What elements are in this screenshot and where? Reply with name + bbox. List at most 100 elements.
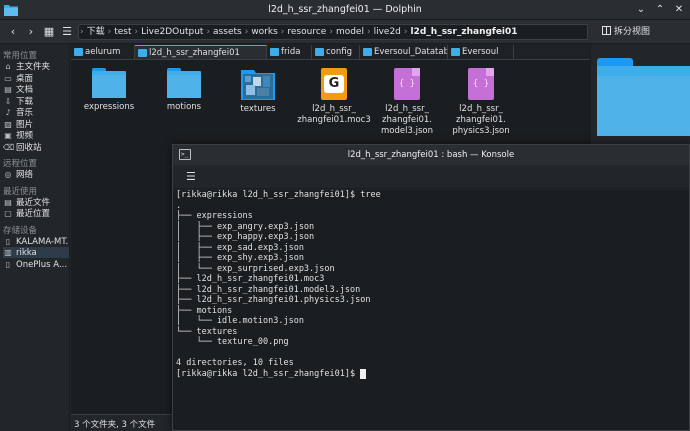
image-folder-icon	[241, 68, 275, 100]
terminal-line: │ └── idle.motion3.json	[176, 316, 304, 326]
desktop-icon: ▭	[4, 73, 12, 83]
minimize-icon[interactable]: ⌄	[634, 3, 648, 17]
tab-eversoul-datatable[interactable]: Eversoul_Datatable	[360, 45, 448, 59]
terminal-line: 4 directories, 10 files	[176, 358, 294, 368]
terminal-line: │ ├── exp_sad.exp3.json	[176, 242, 304, 253]
documents-icon: ▤	[4, 85, 12, 94]
terminal-line: │ ├── exp_angry.exp3.json	[176, 221, 315, 232]
file-name: textures	[240, 104, 276, 114]
breadcrumb-item[interactable]: resource	[285, 25, 328, 39]
terminal-prompt: [rikka@rikka l2d_h_ssr_zhangfei01]$	[176, 368, 361, 379]
sidebar-item-label: 音乐	[16, 108, 34, 118]
drive-icon: ▥	[4, 248, 12, 257]
sidebar-item[interactable]: ◎ 网络	[3, 169, 69, 180]
dolphin-toolbar: ‹ › ▦ ☰ › 下载 › test › Live2DOutput › assets › wor…	[0, 20, 690, 44]
terminal-output[interactable]: [rikka@rikka l2d_h_ssr_zhangfei01]$ tree…	[173, 190, 689, 430]
details-view-icon[interactable]: ☰	[58, 23, 76, 41]
forward-icon[interactable]: ›	[22, 23, 40, 41]
grid-view-icon[interactable]: ▦	[40, 23, 58, 41]
back-icon[interactable]: ‹	[4, 23, 22, 41]
tab-label: Eversoul	[462, 47, 499, 57]
file-item[interactable]: textures	[218, 68, 298, 115]
tab-label: l2d_h_ssr_zhangfei01	[149, 48, 240, 58]
tab-config[interactable]: config	[312, 45, 360, 59]
breadcrumb-item[interactable]: live2d	[372, 25, 403, 39]
videos-icon: ▣	[4, 131, 12, 140]
file-item[interactable]: Gl2d_h_ssr_ zhangfei01.moc3	[294, 68, 374, 126]
sidebar-item[interactable]: ▯ OnePlus A...	[3, 259, 69, 270]
sidebar-section-header: 最近使用	[3, 186, 38, 197]
dolphin-titlebar[interactable]: l2d_h_ssr_zhangfei01 — Dolphin ⌄ ⌃ ✕	[0, 0, 690, 20]
terminal-line: │ ├── exp_happy.exp3.json	[176, 232, 315, 242]
home-icon: ⌂	[5, 62, 11, 71]
trash-icon: ⌫	[3, 142, 15, 152]
sidebar-item[interactable]: ♪ 音乐	[3, 107, 69, 118]
breadcrumb-item[interactable]: model	[334, 25, 366, 39]
folder-icon	[167, 68, 201, 98]
terminal-line: ├── l2d_h_ssr_zhangfei01.moc3	[176, 274, 325, 284]
file-item[interactable]: expressions	[69, 68, 149, 113]
breadcrumb-item[interactable]: assets	[211, 25, 244, 39]
terminal-line: ├── l2d_h_ssr_zhangfei01.physics3.json	[176, 295, 371, 305]
konsole-title: l2d_h_ssr_zhangfei01 : bash — Konsole	[347, 150, 515, 160]
terminal-prompt-line[interactable]: [rikka@rikka l2d_h_ssr_zhangfei01]$	[176, 368, 686, 380]
sidebar-item[interactable]: ▢ 最近位置	[3, 208, 69, 219]
hamburger-menu-icon[interactable]: ☰	[186, 171, 198, 183]
phone-icon: ▯	[5, 259, 11, 269]
file-item[interactable]: motions	[144, 68, 224, 113]
sidebar-item-label: KALAMA-MT...	[16, 236, 69, 247]
terminal-line: └── texture_00.png	[176, 337, 289, 347]
terminal-line: ├── motions	[176, 305, 233, 316]
sidebar-item-label: 桌面	[16, 73, 34, 84]
split-view-button[interactable]: 拆分视图	[598, 23, 654, 41]
terminal-line: └── textures	[176, 326, 238, 337]
network-icon: ◎	[4, 170, 12, 179]
sidebar-item[interactable]: ▨ 图片	[3, 119, 69, 130]
sidebar-section-header: 常用位置	[3, 51, 38, 61]
places-sidebar: 常用位置 ⌂ 主文件夹 ▭ 桌面 ▤ 文档 ⇩ 下载 ♪ 音乐 ▨ 图片 ▣ 视频 ⌫ 回收站远程位置 ◎ 网络最近…	[0, 45, 70, 431]
sidebar-item-label: 下载	[16, 96, 34, 107]
file-name: l2d_h_ssr_ zhangfei01.moc3	[297, 104, 371, 125]
folder-icon	[92, 68, 126, 98]
breadcrumb-item[interactable]: test	[112, 25, 133, 39]
file-item[interactable]: { } l2d_h_ssr_ zhangfei01. physics3.json	[441, 68, 521, 137]
sidebar-item[interactable]: ▥ rikka	[3, 247, 69, 258]
phone-icon: ▯	[5, 236, 11, 246]
split-view-label: 拆分视图	[614, 27, 651, 37]
sidebar-item[interactable]: ⌂ 主文件夹	[3, 61, 69, 72]
tab-l2d-h-ssr-zhangfei01[interactable]: l2d_h_ssr_zhangfei01	[135, 45, 267, 59]
sidebar-item-label: 文档	[16, 85, 34, 95]
sidebar-item[interactable]: ▤ 最近文件	[3, 197, 69, 208]
konsole-titlebar[interactable]: >_ l2d_h_ssr_zhangfei01 : bash — Konsole	[173, 145, 689, 165]
sidebar-item[interactable]: ▭ 桌面	[3, 73, 69, 84]
breadcrumb-item[interactable]: 下载	[85, 25, 107, 39]
terminal-cursor	[360, 368, 367, 379]
sidebar-item[interactable]: ▣ 视频	[3, 130, 69, 141]
music-icon: ♪	[5, 108, 11, 117]
sidebar-item-label: OnePlus A...	[16, 259, 68, 270]
tab-frida[interactable]: frida	[267, 45, 312, 59]
sidebar-item-label: 最近位置	[16, 209, 51, 219]
folder-icon	[74, 48, 83, 56]
sidebar-item[interactable]: ⌫ 回收站	[3, 142, 69, 153]
breadcrumb-item[interactable]: l2d_h_ssr_zhangfei01	[409, 25, 520, 39]
folder-icon	[138, 49, 147, 57]
maximize-icon[interactable]: ⌃	[653, 3, 667, 17]
file-item[interactable]: { } l2d_h_ssr_ zhangfei01. model3.json	[367, 68, 447, 137]
breadcrumb-item[interactable]: works	[249, 25, 279, 39]
status-text: 3 个文件夹, 3 个文件	[74, 420, 156, 430]
sidebar-item[interactable]: ▯ KALAMA-MT...	[3, 236, 69, 247]
terminal-line: .	[176, 200, 182, 211]
sidebar-section-header: 远程位置	[3, 159, 38, 169]
sidebar-item[interactable]: ⇩ 下载	[3, 96, 69, 107]
recent-files-icon: ▤	[4, 197, 12, 207]
tab-eversoul[interactable]: Eversoul	[448, 45, 514, 59]
terminal-line: ├── l2d_h_ssr_zhangfei01.model3.json	[176, 284, 361, 295]
pictures-icon: ▨	[4, 119, 12, 129]
window-title: l2d_h_ssr_zhangfei01 — Dolphin	[268, 4, 422, 15]
breadcrumb-item[interactable]: Live2DOutput	[139, 25, 205, 39]
sidebar-item[interactable]: ▤ 文档	[3, 84, 69, 95]
close-icon[interactable]: ✕	[672, 3, 686, 17]
tab-aelurum[interactable]: aelurum	[71, 45, 135, 59]
breadcrumb[interactable]: › 下载 › test › Live2DOutput › assets › works › resou…	[78, 24, 588, 40]
